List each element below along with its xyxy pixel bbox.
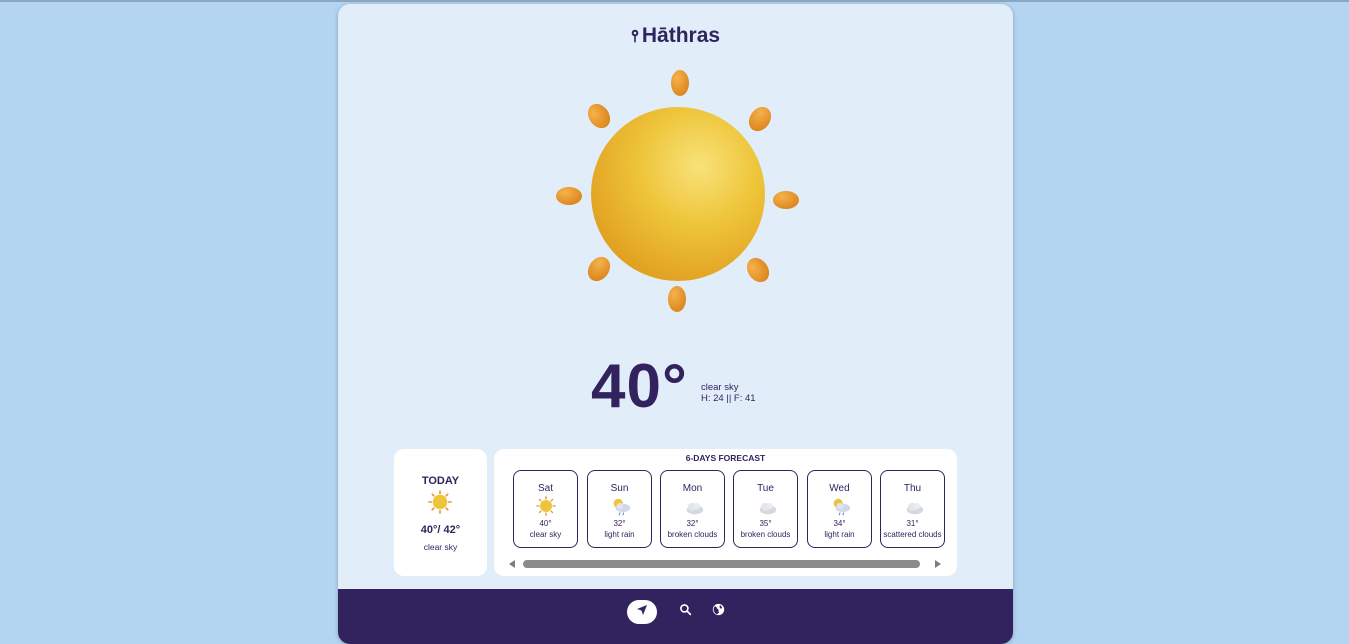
forecast-title: 6-DAYS FORECAST xyxy=(685,453,766,463)
forecast-day-card: Sun 32° light rain xyxy=(587,470,652,548)
nav-globe-button[interactable] xyxy=(709,600,727,624)
location-header: Hāthras xyxy=(338,24,1013,49)
day-temperature: 32° xyxy=(613,519,626,528)
weather-card: Hāthras 40° clear sky H: 24 || F: 41 TOD… xyxy=(338,4,1013,644)
high-feels-like: H: 24 || F: 41 xyxy=(701,393,756,404)
day-description: broken clouds xyxy=(740,530,791,539)
day-temperature: 32° xyxy=(686,519,699,528)
nav-search-button[interactable] xyxy=(676,600,694,624)
nav-current-location-button[interactable] xyxy=(627,600,657,624)
day-name: Sat xyxy=(537,483,553,494)
day-temperature: 31° xyxy=(906,519,919,528)
forecast-day-card: Thu 31° scattered clouds xyxy=(880,470,945,548)
day-temperature: 40° xyxy=(539,519,552,528)
day-name: Sun xyxy=(610,483,629,494)
forecast-day-card: Tue 35° broken clouds xyxy=(733,470,798,548)
current-description: clear sky xyxy=(701,382,739,393)
day-name: Tue xyxy=(757,483,774,494)
location-pin-icon xyxy=(631,25,639,49)
forecast-day-card: Sat 40° clear sky xyxy=(513,470,578,548)
scroll-right-arrow[interactable] xyxy=(935,560,941,568)
current-temperature: 40° xyxy=(591,352,688,421)
window-top-border xyxy=(0,0,1349,2)
search-icon xyxy=(679,603,692,621)
day-description: light rain xyxy=(824,530,855,539)
day-description: broken clouds xyxy=(667,530,718,539)
day-temperature: 35° xyxy=(759,519,772,528)
forecast-day-card: Wed 34° light rain xyxy=(807,470,872,548)
location-arrow-icon xyxy=(636,603,648,621)
globe-icon xyxy=(712,603,725,621)
bottom-nav xyxy=(338,589,1013,644)
forecast-days-scroller[interactable]: Sat 40° clear sky Sun 32° light rain Mon xyxy=(513,470,946,550)
day-name: Mon xyxy=(682,483,703,494)
today-panel: TODAY 40°/ 42° clear sky xyxy=(394,449,487,576)
day-name: Thu xyxy=(903,483,922,494)
today-temperatures: 40°/ 42° xyxy=(420,524,461,536)
today-description: clear sky xyxy=(423,542,458,552)
weather-illustration-sun-icon xyxy=(550,66,806,322)
current-details: clear sky H: 24 || F: 41 xyxy=(701,382,756,404)
forecast-panel: 6-DAYS FORECAST Sat 40° clear sky Sun 32… xyxy=(494,449,957,576)
sun-icon xyxy=(536,496,556,521)
day-temperature: 34° xyxy=(833,519,846,528)
scroll-left-arrow[interactable] xyxy=(509,560,515,568)
sun-icon xyxy=(428,490,452,519)
day-name: Wed xyxy=(829,483,850,494)
forecast-day-card: Mon 32° broken clouds xyxy=(660,470,725,548)
day-description: scattered clouds xyxy=(883,530,942,539)
city-name: Hāthras xyxy=(641,24,721,47)
day-description: clear sky xyxy=(529,530,562,539)
horizontal-scrollbar-thumb[interactable] xyxy=(523,560,920,568)
today-title: TODAY xyxy=(421,475,460,487)
day-description: light rain xyxy=(604,530,635,539)
